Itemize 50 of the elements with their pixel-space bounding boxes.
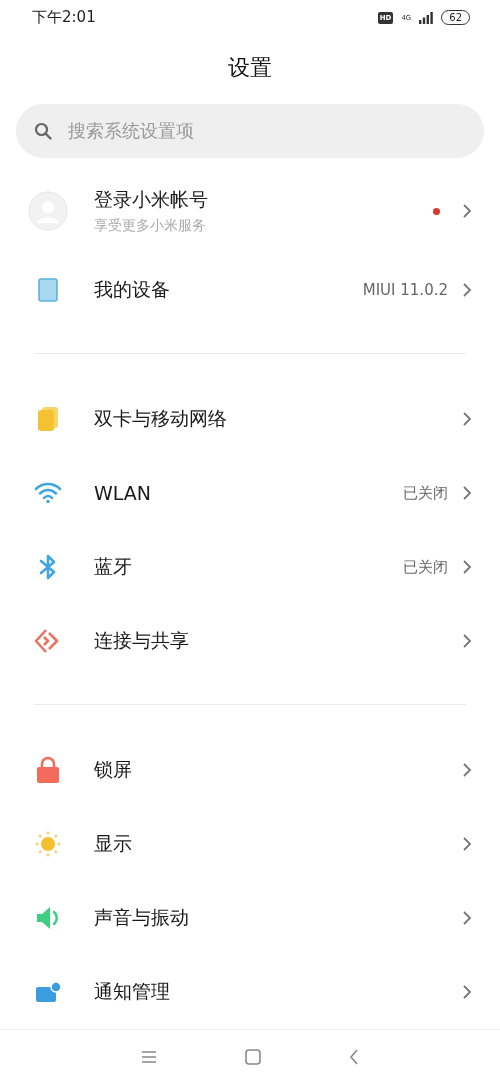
row-label: 连接与共享 [94,628,190,654]
chevron-icon [462,411,472,428]
row-label: 锁屏 [94,757,133,782]
wifi-icon [34,482,62,505]
search-field[interactable]: 搜索系统设置项 [16,103,484,158]
settings-row[interactable]: WLAN 已关闭 [0,456,500,531]
chevron-icon [462,559,472,576]
row-label: 通知管理 [94,979,171,1004]
row-subtitle: 享受更多小米服务 [94,217,207,236]
back-icon[interactable] [349,1049,359,1065]
chevron-icon [462,203,472,220]
signal-icon [419,11,434,24]
settings-row[interactable]: 通知管理 [0,955,500,1029]
lock-icon [36,756,60,784]
chevron-icon [462,910,472,926]
chevron-icon [462,485,472,502]
page-title: 设置 [227,53,273,82]
avatar-icon [28,191,68,232]
tablet-icon [38,278,58,303]
settings-row[interactable]: 双卡与移动网络 [0,382,500,457]
row-label: 蓝牙 [94,554,133,580]
chevron-icon [462,762,472,778]
bluetooth-icon [38,553,58,582]
row-label: 双卡与移动网络 [94,406,228,432]
sim-cards-icon [37,407,59,432]
menu-icon[interactable] [141,1050,157,1064]
row-label: WLAN [94,482,153,505]
settings-row[interactable]: 显示 [0,807,500,881]
row-value: 已关闭 [403,557,448,577]
settings-row[interactable]: 锁屏 [0,733,500,807]
settings-row[interactable]: 声音与振动 [0,881,500,955]
chevron-icon [462,633,472,650]
sun-icon [34,830,62,858]
settings-row[interactable]: 连接与共享 [0,604,500,679]
row-label: 声音与振动 [94,905,190,930]
chevron-icon [462,984,472,1000]
chevron-icon [462,282,472,299]
notification-icon [35,981,61,1003]
row-label: 登录小米帐号 [94,187,209,213]
settings-row[interactable]: 登录小米帐号 享受更多小米服务 [0,169,500,254]
settings-row[interactable]: 蓝牙 已关闭 [0,530,500,605]
speaker-icon [35,905,61,931]
chevron-icon [462,836,472,852]
row-value: 已关闭 [403,483,448,503]
row-label: 我的设备 [94,277,171,303]
row-value: MIUI 11.0.2 [362,281,448,300]
settings-row[interactable]: 我的设备 MIUI 11.0.2 [0,253,500,328]
row-label: 显示 [94,831,133,856]
home-icon[interactable] [245,1049,261,1065]
status-time: 下午2:01 [32,8,96,28]
